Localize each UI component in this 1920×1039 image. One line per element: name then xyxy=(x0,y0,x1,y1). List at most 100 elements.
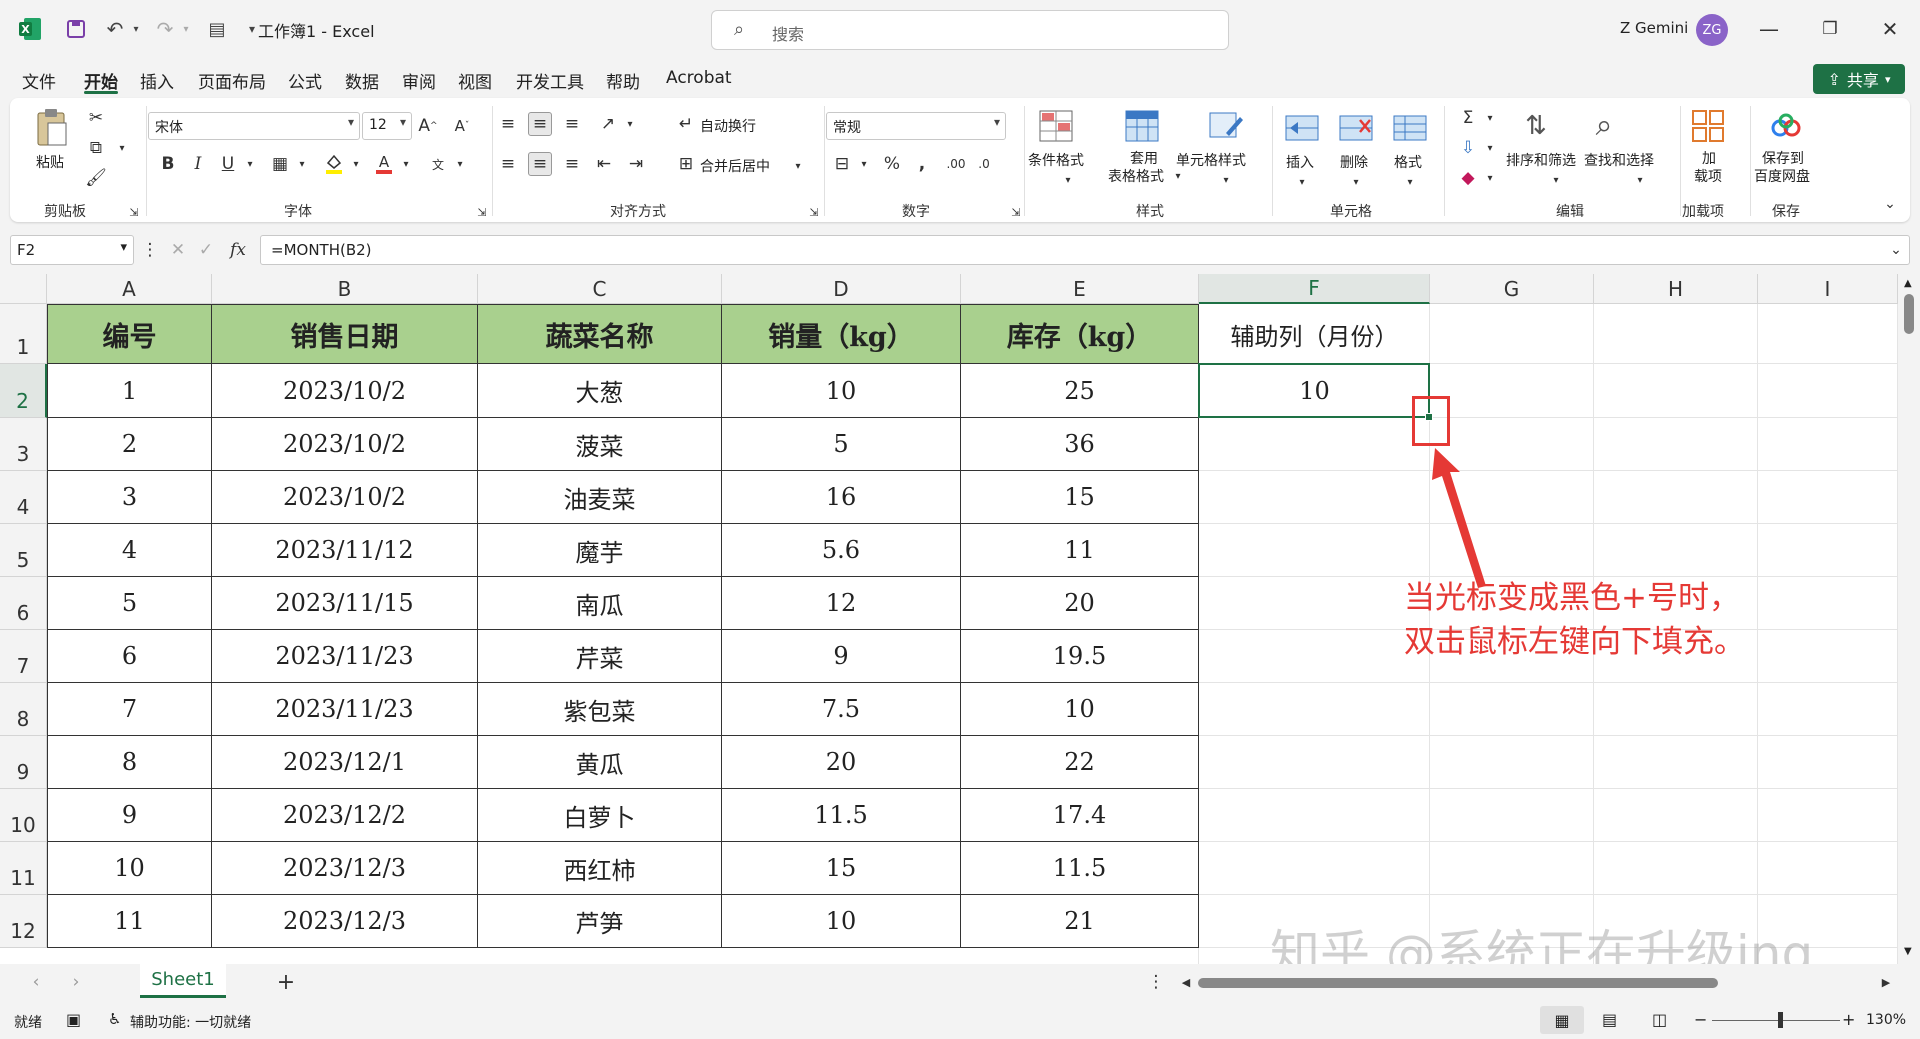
number-format-combo[interactable]: 常规 ▾ xyxy=(826,112,1006,140)
expand-formula-icon[interactable]: ⌄ xyxy=(1884,238,1908,262)
cancel-icon[interactable]: ✕ xyxy=(166,238,190,262)
table-header-cell[interactable]: 销量（kg） xyxy=(722,304,961,364)
table-cell[interactable]: 36 xyxy=(961,418,1199,471)
align-center-icon[interactable]: ≡ xyxy=(528,152,552,176)
table-cell[interactable]: 油麦菜 xyxy=(478,471,722,524)
merge-dropdown-icon[interactable]: ▾ xyxy=(786,154,810,178)
row-header-4[interactable]: 4 xyxy=(0,471,47,524)
orientation-dropdown-icon[interactable]: ▾ xyxy=(618,112,642,136)
table-cell[interactable]: 5.6 xyxy=(722,524,961,577)
bold-button[interactable]: B xyxy=(156,152,180,176)
format-as-table-icon[interactable] xyxy=(1122,106,1162,146)
table-cell[interactable]: 9 xyxy=(47,789,212,842)
tab-file[interactable]: 文件 xyxy=(22,68,56,93)
addins-label-1[interactable]: 加 xyxy=(1702,148,1716,168)
table-cell[interactable]: 10 xyxy=(961,683,1199,736)
addins-icon[interactable] xyxy=(1688,106,1728,146)
row-header-10[interactable]: 10 xyxy=(0,789,47,842)
more-options-icon[interactable]: ⋮ xyxy=(138,238,162,262)
share-button[interactable]: ⇪ 共享 ▾ xyxy=(1813,64,1905,94)
row-header-9[interactable]: 9 xyxy=(0,736,47,789)
ribbon-collapse-icon[interactable]: ⌄ xyxy=(1878,192,1902,216)
table-cell[interactable]: 21 xyxy=(961,895,1199,948)
fill-color-icon[interactable] xyxy=(322,152,346,176)
table-cell[interactable]: 紫包菜 xyxy=(478,683,722,736)
increase-indent-icon[interactable]: ⇥ xyxy=(624,152,648,176)
form-icon[interactable]: ▤ xyxy=(202,19,232,40)
format-cells-icon[interactable] xyxy=(1390,108,1430,148)
conditional-format-label[interactable]: 条件格式 xyxy=(1028,150,1084,170)
copy-dropdown-icon[interactable]: ▾ xyxy=(110,136,134,160)
macro-record-icon[interactable]: ▣ xyxy=(66,1010,81,1029)
clear-icon[interactable]: ◆ xyxy=(1456,166,1480,190)
find-select-label[interactable]: 查找和选择 xyxy=(1584,150,1654,170)
table-cell[interactable]: 10 xyxy=(722,364,961,418)
delete-cells-icon[interactable] xyxy=(1336,108,1376,148)
table-cell[interactable]: 2023/12/1 xyxy=(212,736,478,789)
column-header-h[interactable]: H xyxy=(1594,274,1758,304)
conditional-format-icon[interactable] xyxy=(1036,106,1076,146)
table-cell[interactable]: 2023/10/2 xyxy=(212,364,478,418)
redo-icon[interactable]: ↷ xyxy=(150,17,180,41)
table-cell[interactable]: 11.5 xyxy=(722,789,961,842)
table-cell[interactable]: 2023/12/3 xyxy=(212,842,478,895)
decrease-indent-icon[interactable]: ⇤ xyxy=(592,152,616,176)
scroll-down-icon[interactable]: ▼ xyxy=(1904,946,1912,957)
format-painter-icon[interactable]: 🖌 xyxy=(84,166,108,190)
align-middle-icon[interactable]: ≡ xyxy=(528,112,552,136)
zoom-slider-thumb[interactable] xyxy=(1778,1012,1783,1028)
paste-icon[interactable] xyxy=(32,106,72,150)
close-button[interactable]: ✕ xyxy=(1872,14,1908,44)
column-header-b[interactable]: B xyxy=(212,274,478,304)
fill-dropdown-icon[interactable]: ▾ xyxy=(1478,136,1502,160)
clear-dropdown-icon[interactable]: ▾ xyxy=(1478,166,1502,190)
tab-review[interactable]: 审阅 xyxy=(402,68,436,93)
table-cell[interactable]: 2023/12/3 xyxy=(212,895,478,948)
borders-icon[interactable]: ▦ xyxy=(268,152,292,176)
table-cell[interactable]: 25 xyxy=(961,364,1199,418)
tab-view[interactable]: 视图 xyxy=(458,68,492,93)
accounting-dropdown-icon[interactable]: ▾ xyxy=(852,152,876,176)
table-cell[interactable]: 芦笋 xyxy=(478,895,722,948)
find-select-icon[interactable]: ⌕ xyxy=(1584,104,1624,146)
table-cell[interactable]: 2023/11/23 xyxy=(212,683,478,736)
format-cells-label[interactable]: 格式 xyxy=(1394,152,1422,172)
zoom-slider[interactable] xyxy=(1712,1020,1840,1021)
merge-center-label[interactable]: 合并后居中 xyxy=(700,156,770,176)
column-header-d[interactable]: D xyxy=(722,274,961,304)
formula-input[interactable]: =MONTH(B2) xyxy=(260,235,1910,265)
table-header-cell[interactable]: 蔬菜名称 xyxy=(478,304,722,364)
table-cell[interactable]: 10 xyxy=(722,895,961,948)
table-cell[interactable]: 19.5 xyxy=(961,630,1199,683)
table-cell[interactable]: 11.5 xyxy=(961,842,1199,895)
more-options-icon[interactable]: ⋮ xyxy=(1144,970,1168,994)
table-header-cell[interactable]: 编号 xyxy=(47,304,212,364)
table-cell[interactable]: 菠菜 xyxy=(478,418,722,471)
table-cell[interactable]: 4 xyxy=(47,524,212,577)
phonetic-dropdown-icon[interactable]: ▾ xyxy=(448,152,472,176)
scroll-right-icon[interactable]: ▶ xyxy=(1874,970,1898,994)
add-sheet-button[interactable]: + xyxy=(274,970,298,995)
decrease-font-icon[interactable]: Aˇ xyxy=(450,114,474,138)
merge-center-icon[interactable]: ⊞ xyxy=(674,152,698,176)
page-layout-view-icon[interactable]: ▤ xyxy=(1602,1010,1617,1029)
row-header-8[interactable]: 8 xyxy=(0,683,47,736)
table-cell[interactable]: 2 xyxy=(47,418,212,471)
font-size-combo[interactable]: 12 ▾ xyxy=(362,112,412,140)
table-cell[interactable]: 5 xyxy=(47,577,212,630)
wrap-text-label[interactable]: 自动换行 xyxy=(700,116,756,136)
baidu-cloud-icon[interactable] xyxy=(1766,108,1806,144)
cell-styles-label[interactable]: 单元格样式 xyxy=(1176,150,1246,170)
row-header-7[interactable]: 7 xyxy=(0,630,47,683)
tab-data[interactable]: 数据 xyxy=(345,68,379,93)
insert-cells-icon[interactable] xyxy=(1282,108,1322,148)
table-cell[interactable]: 2023/12/2 xyxy=(212,789,478,842)
cell-styles-dropdown-icon[interactable]: ▾ xyxy=(1214,168,1238,192)
table-cell[interactable]: 1 xyxy=(47,364,212,418)
table-cell[interactable]: 15 xyxy=(722,842,961,895)
borders-dropdown-icon[interactable]: ▾ xyxy=(290,152,314,176)
percent-icon[interactable]: % xyxy=(880,152,904,176)
underline-dropdown-icon[interactable]: ▾ xyxy=(238,152,262,176)
row-header-3[interactable]: 3 xyxy=(0,418,47,471)
sort-filter-dropdown-icon[interactable]: ▾ xyxy=(1544,168,1568,192)
